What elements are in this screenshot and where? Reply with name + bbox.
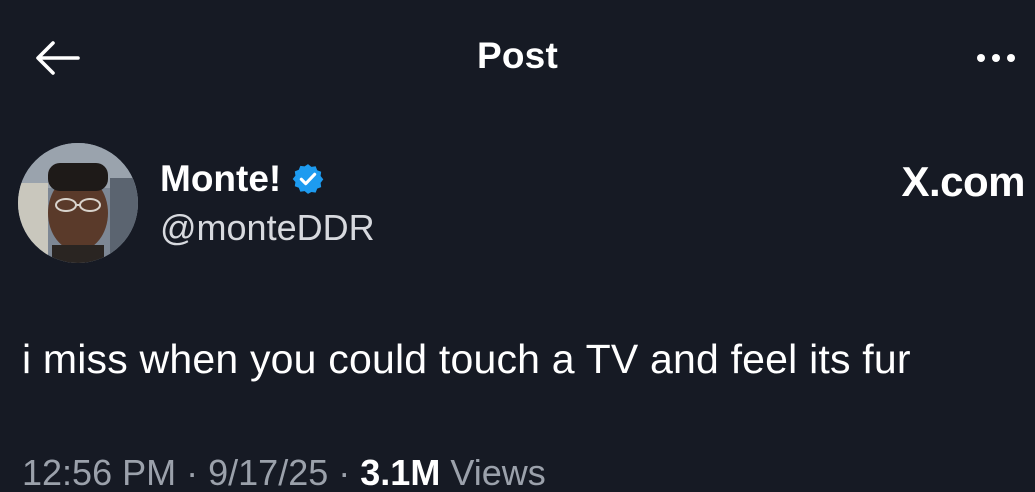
post-date[interactable]: 9/17/25 (208, 452, 328, 492)
post-meta: 12:56 PM · 9/17/25 · 3.1M Views (22, 452, 546, 492)
meta-separator: · (186, 452, 199, 492)
views-count[interactable]: 3.1M (360, 452, 440, 492)
avatar-image (18, 143, 138, 263)
views-label: Views (450, 452, 546, 492)
meta-separator: · (338, 452, 351, 492)
author-handle[interactable]: @monteDDR (160, 207, 375, 249)
more-horizontal-icon (977, 54, 985, 62)
post-time[interactable]: 12:56 PM (22, 452, 176, 492)
post-screen: Post Monte! @monteDDR X.com i miss when … (0, 0, 1035, 492)
more-dot (1007, 54, 1015, 62)
post-text: i miss when you could touch a TV and fee… (22, 336, 911, 382)
verified-badge-icon (291, 162, 325, 196)
more-dot (992, 54, 1000, 62)
author-name-row[interactable]: Monte! (160, 158, 325, 200)
author-display-name[interactable]: Monte! (160, 158, 281, 200)
watermark-text: X.com (901, 158, 1025, 205)
more-options-button[interactable] (971, 48, 1021, 68)
avatar[interactable] (18, 143, 138, 263)
page-title: Post (477, 35, 558, 76)
